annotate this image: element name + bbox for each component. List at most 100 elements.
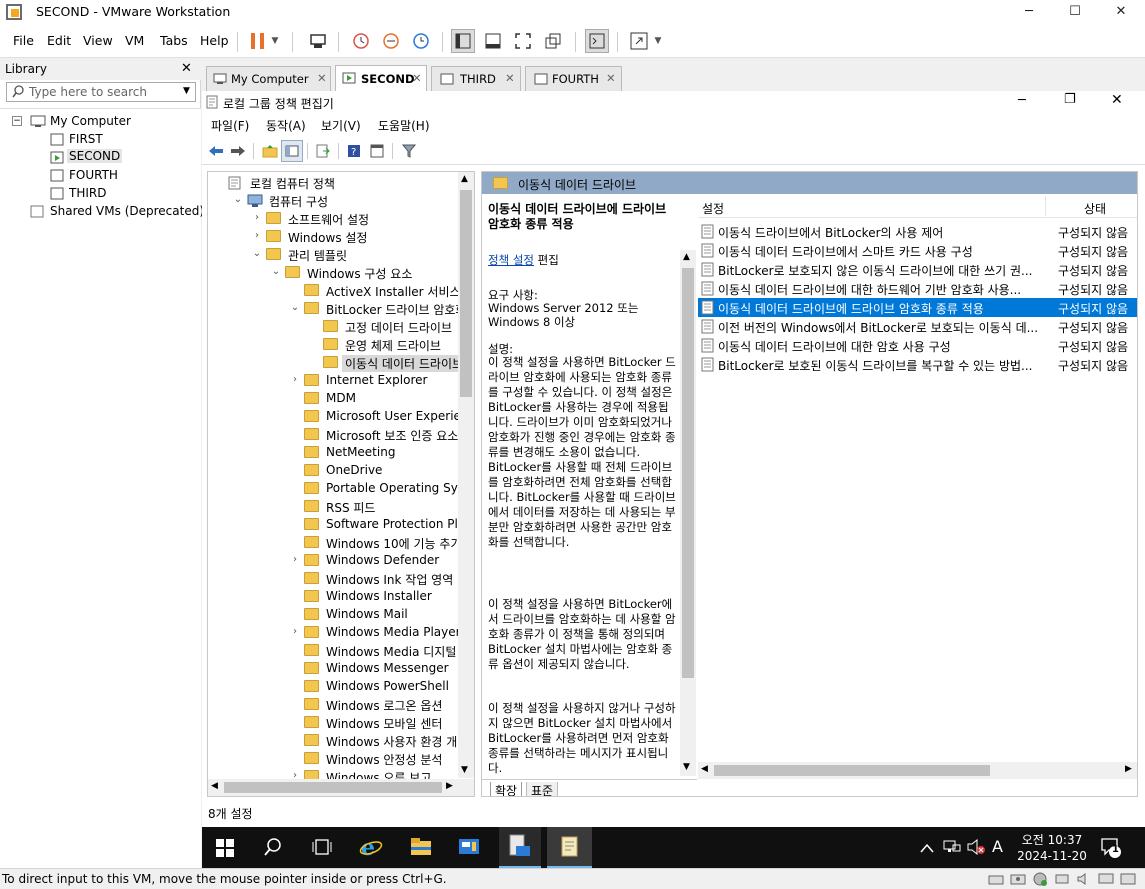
file-explorer-icon[interactable] <box>410 837 432 860</box>
expand-chevron-icon[interactable]: ⌄ <box>290 302 300 313</box>
sound-card-icon[interactable] <box>1076 872 1092 889</box>
scroll-thumb[interactable] <box>714 765 990 776</box>
tab-fourth[interactable]: FOURTH ✕ <box>525 66 622 91</box>
collapse-chevron-icon[interactable]: › <box>290 374 300 385</box>
scroll-up-icon[interactable]: ▲ <box>461 174 468 184</box>
display-icon[interactable] <box>1098 872 1114 889</box>
pause-icon[interactable] <box>246 29 270 53</box>
show-hidden-icons-icon[interactable] <box>920 841 934 857</box>
expand-chevron-icon[interactable]: ⌄ <box>233 194 243 205</box>
library-item-second[interactable]: SECOND <box>67 149 123 163</box>
tree-node[interactable]: Windows PowerShell <box>208 678 458 696</box>
tree-node[interactable]: › Windows Media Player <box>208 624 461 642</box>
setting-row[interactable]: 이동식 데이터 드라이브에 대한 암호 사용 구성 구성되지 않음 <box>698 336 1137 355</box>
tree-node[interactable]: Windows Messenger <box>208 660 458 678</box>
maximize-button[interactable]: ☐ <box>1052 0 1098 24</box>
collapse-toggle-icon[interactable]: − <box>12 116 22 126</box>
ime-indicator[interactable]: A <box>992 837 1003 856</box>
tab-close-icon[interactable]: ✕ <box>606 71 616 85</box>
scroll-right-icon[interactable]: ▶ <box>446 781 453 791</box>
menu-help[interactable]: Help <box>200 33 229 48</box>
tree-node[interactable]: ⌄ Windows 구성 요소 <box>208 264 458 282</box>
tree-vertical-scrollbar[interactable]: ▲ ▼ <box>458 172 474 778</box>
menu-file[interactable]: File <box>13 33 34 48</box>
collapse-chevron-icon[interactable]: › <box>290 626 300 637</box>
tree-horizontal-scrollbar[interactable]: ◀ ▶ <box>208 779 474 796</box>
tree-node[interactable]: OneDrive <box>208 462 458 480</box>
taskbar-app-mmc[interactable] <box>499 827 541 868</box>
gpe-menu-help[interactable]: 도움말(H) <box>378 117 430 134</box>
internet-explorer-icon[interactable]: e <box>359 835 383 862</box>
library-item-third[interactable]: THIRD <box>69 186 106 200</box>
edit-policy-link[interactable]: 정책 설정 <box>488 253 534 267</box>
setting-row[interactable]: BitLocker로 보호되지 않은 이동식 드라이브에 대한 쓰기 권... 구… <box>698 260 1137 279</box>
collapse-chevron-icon[interactable]: › <box>290 554 300 565</box>
network-adapter-icon[interactable] <box>1032 871 1048 889</box>
collapse-chevron-icon[interactable]: › <box>252 212 262 223</box>
tree-node[interactable]: › Windows Defender <box>208 552 458 570</box>
scroll-down-icon[interactable]: ▼ <box>461 765 468 775</box>
send-ctrl-alt-del-icon[interactable] <box>306 29 330 53</box>
up-folder-icon[interactable] <box>259 140 281 162</box>
export-list-icon[interactable] <box>312 140 334 162</box>
tab-close-icon[interactable]: ✕ <box>412 71 422 85</box>
messages-icon[interactable] <box>1120 872 1136 889</box>
tree-node[interactable]: MDM <box>208 390 458 408</box>
console-view-icon[interactable] <box>585 29 609 53</box>
scroll-thumb[interactable] <box>682 268 694 678</box>
unity-icon[interactable] <box>541 29 565 53</box>
tab-second[interactable]: SECOND ✕ <box>335 65 427 91</box>
filter-icon[interactable] <box>398 140 420 162</box>
taskbar-app-gpedit[interactable] <box>547 827 592 868</box>
tab-close-icon[interactable]: ✕ <box>317 71 327 85</box>
notification-center-icon[interactable]: 1 <box>1100 837 1122 862</box>
help-icon[interactable]: ? <box>343 140 365 162</box>
column-header-setting[interactable]: 설정 <box>702 200 724 217</box>
setting-row[interactable]: 이동식 데이터 드라이브에서 스마트 카드 사용 구성 구성되지 않음 <box>698 241 1137 260</box>
start-button-icon[interactable] <box>216 839 234 860</box>
scroll-left-icon[interactable]: ◀ <box>211 781 218 791</box>
tab-my-computer[interactable]: My Computer ✕ <box>206 66 331 91</box>
description-scrollbar[interactable]: ▲ ▼ <box>680 250 696 776</box>
search-dropdown-icon[interactable]: ▼ <box>183 86 190 96</box>
show-hide-tree-icon[interactable] <box>281 140 303 162</box>
clock-date[interactable]: 2024-11-20 <box>1016 849 1088 863</box>
minimize-button[interactable]: ─ <box>1006 0 1052 24</box>
tree-node[interactable]: 이동식 데이터 드라이브 <box>208 354 467 372</box>
gpe-menu-file[interactable]: 파일(F) <box>211 117 249 134</box>
stretch-icon[interactable] <box>627 29 651 53</box>
setting-row[interactable]: 이동식 데이터 드라이브에 대한 하드웨어 기반 암호화 사용... 구성되지 않… <box>698 279 1137 298</box>
scroll-up-icon[interactable]: ▲ <box>683 252 690 262</box>
menu-edit[interactable]: Edit <box>47 33 71 48</box>
gpe-close-button[interactable]: ✕ <box>1111 92 1123 108</box>
close-button[interactable]: ✕ <box>1098 0 1144 24</box>
usb-icon[interactable] <box>1054 872 1070 889</box>
menu-vm[interactable]: VM <box>125 33 144 48</box>
setting-row[interactable]: 이동식 데이터 드라이브에 드라이브 암호화 종류 적용 구성되지 않음 <box>698 298 1137 317</box>
search-icon[interactable] <box>264 838 282 859</box>
tab-standard[interactable]: 표준 <box>526 782 559 796</box>
back-icon[interactable] <box>205 140 227 162</box>
tree-node[interactable]: 운영 체제 드라이브 <box>208 336 458 354</box>
tree-node[interactable]: Windows Mail <box>208 606 458 624</box>
library-item-my-computer[interactable]: My Computer <box>50 114 131 128</box>
tree-node[interactable]: ⌄ BitLocker 드라이브 암호화 <box>208 300 466 318</box>
tree-node[interactable]: 고정 데이터 드라이브 <box>208 318 458 336</box>
power-dropdown-icon[interactable]: ▼ <box>268 29 282 53</box>
tab-extended[interactable]: 확장 <box>490 782 523 796</box>
tree-node[interactable]: NetMeeting <box>208 444 458 462</box>
tree-node[interactable]: Windows Ink 작업 영역 <box>208 570 458 588</box>
scroll-right-icon[interactable]: ▶ <box>1125 764 1132 774</box>
cd-drive-icon[interactable] <box>1010 872 1026 889</box>
library-item-shared-vms[interactable]: Shared VMs (Deprecated) <box>50 204 204 218</box>
tree-node[interactable]: Windows 안정성 분석 <box>208 750 458 768</box>
volume-muted-icon[interactable] <box>967 838 985 858</box>
menu-tabs[interactable]: Tabs <box>160 33 188 48</box>
scroll-thumb[interactable] <box>224 782 442 793</box>
forward-icon[interactable] <box>227 140 249 162</box>
scroll-thumb[interactable] <box>460 190 472 397</box>
clock-time[interactable]: 오전 10:37 <box>1020 831 1084 848</box>
tree-node[interactable]: Software Protection Platforn <box>208 516 474 534</box>
gpe-menu-view[interactable]: 보기(V) <box>321 117 361 134</box>
scroll-left-icon[interactable]: ◀ <box>701 764 708 774</box>
